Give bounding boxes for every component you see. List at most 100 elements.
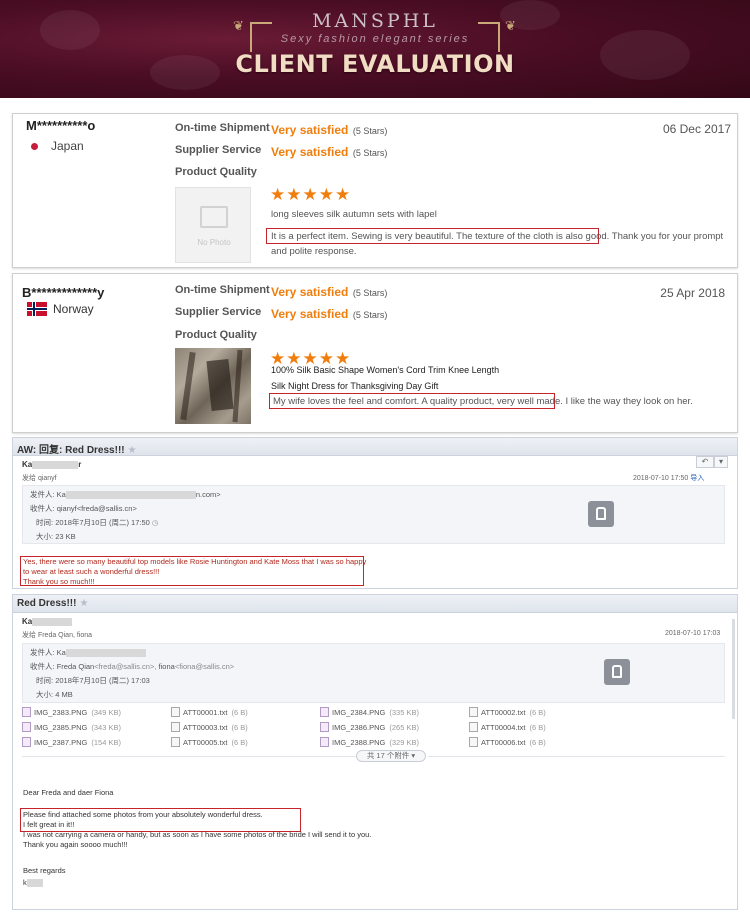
text-file-icon xyxy=(469,737,478,747)
from-field: 发件人: Ka n.com> xyxy=(30,490,221,500)
attachment-name: IMG_2385.PNG xyxy=(34,723,88,732)
product-title: Silk Night Dress for Thanksgiving Day Gi… xyxy=(271,381,439,391)
image-file-icon xyxy=(22,707,31,717)
divider xyxy=(428,756,725,757)
text-file-icon xyxy=(469,707,478,717)
show-all-attachments-button[interactable]: 共 17 个附件 ▾ xyxy=(356,750,426,762)
from-field: 发件人: Ka xyxy=(30,647,146,658)
brand-logo: MANSPHL xyxy=(312,10,438,32)
ontime-rating: Very satisfied (5 Stars) xyxy=(271,121,387,139)
image-file-icon xyxy=(320,737,329,747)
email-subject-bar: Red Dress!!! ★ xyxy=(13,595,737,613)
attachment-item[interactable]: ATT00006.txt (6 B) xyxy=(469,737,546,747)
attachment-size: (6 B) xyxy=(529,738,546,747)
review-highlight: My wife loves the feel and comfort. A qu… xyxy=(273,396,563,407)
header-banner: ❦ ❦ MANSPHL Sexy fashion elegant series … xyxy=(0,0,750,98)
to-field: 收件人: qianyf<freda@sallis.cn> xyxy=(30,504,137,513)
attachment-size: (6 B) xyxy=(529,723,546,732)
no-photo-placeholder: No Photo xyxy=(175,187,251,263)
attachment-size: (6 B) xyxy=(529,708,546,717)
attachment-size: (349 KB) xyxy=(91,708,121,717)
reviewer-name: B*************y xyxy=(22,285,105,300)
attachment-name: ATT00002.txt xyxy=(481,708,526,717)
attachment-name: ATT00004.txt xyxy=(481,723,526,732)
review-card: M**********o Japan On-time Shipment Very… xyxy=(12,113,738,268)
rating-stars-count: (5 Stars) xyxy=(352,310,388,320)
attachment-name: ATT00001.txt xyxy=(183,708,228,717)
more-dropdown-button[interactable]: ▾ xyxy=(714,456,728,468)
attachment-name: ATT00003.txt xyxy=(183,723,228,732)
email-datetime: 2018-07-10 17:50 导入 xyxy=(633,475,705,482)
attachment-item[interactable]: ATT00005.txt (6 B) xyxy=(171,737,248,747)
attachment-item[interactable]: IMG_2383.PNG (349 KB) xyxy=(22,707,121,717)
attachment-size: (265 KB) xyxy=(389,723,419,732)
supplier-rating: Very satisfied (5 Stars) xyxy=(271,305,387,323)
size-field: 大小: 4 MB xyxy=(36,690,73,699)
email-body: Yes, there were so many beautiful top mo… xyxy=(23,557,367,586)
attachment-name: ATT00005.txt xyxy=(183,738,228,747)
attachment-name: IMG_2387.PNG xyxy=(34,738,88,747)
brand-tagline: Sexy fashion elegant series xyxy=(280,33,470,45)
reviewer-country: Norway xyxy=(53,302,94,316)
image-file-icon xyxy=(320,722,329,732)
supplier-label: Supplier Service xyxy=(175,144,262,156)
attachment-size: (6 B) xyxy=(231,708,248,717)
review-text: It is a perfect item. Sewing is very bea… xyxy=(271,229,731,259)
no-photo-label: No Photo xyxy=(197,238,231,247)
rating-stars-count: (5 Stars) xyxy=(352,126,388,136)
attachment-item[interactable]: ATT00002.txt (6 B) xyxy=(469,707,546,717)
rating-stars-count: (5 Stars) xyxy=(352,148,388,158)
text-file-icon xyxy=(171,737,180,747)
email-datetime: 2018-07-10 17:03 xyxy=(665,630,721,637)
star-rating: ★★★★★ xyxy=(270,185,352,204)
attachment-item[interactable]: IMG_2387.PNG (154 KB) xyxy=(22,737,121,747)
scrollbar[interactable] xyxy=(732,619,735,719)
image-icon xyxy=(200,206,228,228)
to-field: 收件人: Freda Qian<freda@sallis.cn>, fiona<… xyxy=(30,662,235,671)
text-file-icon xyxy=(171,722,180,732)
attachment-name: IMG_2384.PNG xyxy=(332,708,386,717)
norway-flag-icon xyxy=(27,302,47,316)
email-meta: 发件人: Ka n.com> 收件人: qianyf<freda@sallis.c… xyxy=(22,485,725,544)
text-file-icon xyxy=(469,722,478,732)
attachment-item[interactable]: IMG_2385.PNG (343 KB) xyxy=(22,722,121,732)
image-file-icon xyxy=(22,722,31,732)
email-closing: Best regards xyxy=(23,866,66,875)
divider xyxy=(22,756,362,757)
contact-avatar-icon xyxy=(604,659,630,685)
rating-text: Very satisfied xyxy=(271,307,349,321)
import-link[interactable]: 导入 xyxy=(690,475,704,482)
review-text: My wife loves the feel and comfort. A qu… xyxy=(273,394,733,409)
star-icon[interactable]: ★ xyxy=(128,445,137,456)
rating-text: Very satisfied xyxy=(271,123,349,137)
reply-button[interactable]: ↶ xyxy=(696,456,714,468)
attachment-size: (6 B) xyxy=(231,738,248,747)
review-date: 25 Apr 2018 xyxy=(660,286,725,300)
email-meta: 发件人: Ka 收件人: Freda Qian<freda@sallis.cn>… xyxy=(22,643,725,703)
email-subject-bar: AW: 回复: Red Dress!!! ★ xyxy=(13,438,737,456)
attachment-item[interactable]: IMG_2386.PNG (265 KB) xyxy=(320,722,419,732)
attachment-name: IMG_2383.PNG xyxy=(34,708,88,717)
ontime-rating: Very satisfied (5 Stars) xyxy=(271,283,387,301)
attachment-item[interactable]: IMG_2388.PNG (329 KB) xyxy=(320,737,419,747)
review-date: 06 Dec 2017 xyxy=(662,122,731,136)
product-photo xyxy=(175,348,251,424)
review-rest: I like the way they look on her. xyxy=(565,396,693,407)
attachment-item[interactable]: ATT00003.txt (6 B) xyxy=(171,722,248,732)
attachment-item[interactable]: IMG_2384.PNG (335 KB) xyxy=(320,707,419,717)
product-title: 100% Silk Basic Shape Women's Cord Trim … xyxy=(271,365,500,375)
attachment-name: IMG_2388.PNG xyxy=(332,738,386,747)
image-file-icon xyxy=(320,707,329,717)
clock-icon: ◷ xyxy=(151,518,159,527)
attachment-name: IMG_2386.PNG xyxy=(332,723,386,732)
star-icon[interactable]: ★ xyxy=(79,598,88,609)
rating-stars-count: (5 Stars) xyxy=(352,288,388,298)
rating-text: Very satisfied xyxy=(271,145,349,159)
attachment-name: ATT00006.txt xyxy=(481,738,526,747)
supplier-rating: Very satisfied (5 Stars) xyxy=(271,143,387,161)
attachment-item[interactable]: ATT00001.txt (6 B) xyxy=(171,707,248,717)
review-highlight: It is a perfect item. Sewing is very bea… xyxy=(271,231,610,242)
contact-avatar-icon xyxy=(588,501,614,527)
attachment-item[interactable]: ATT00004.txt (6 B) xyxy=(469,722,546,732)
time-field: 时间: 2018年7月10日 (周二) 17:50 ◷ xyxy=(36,518,159,527)
